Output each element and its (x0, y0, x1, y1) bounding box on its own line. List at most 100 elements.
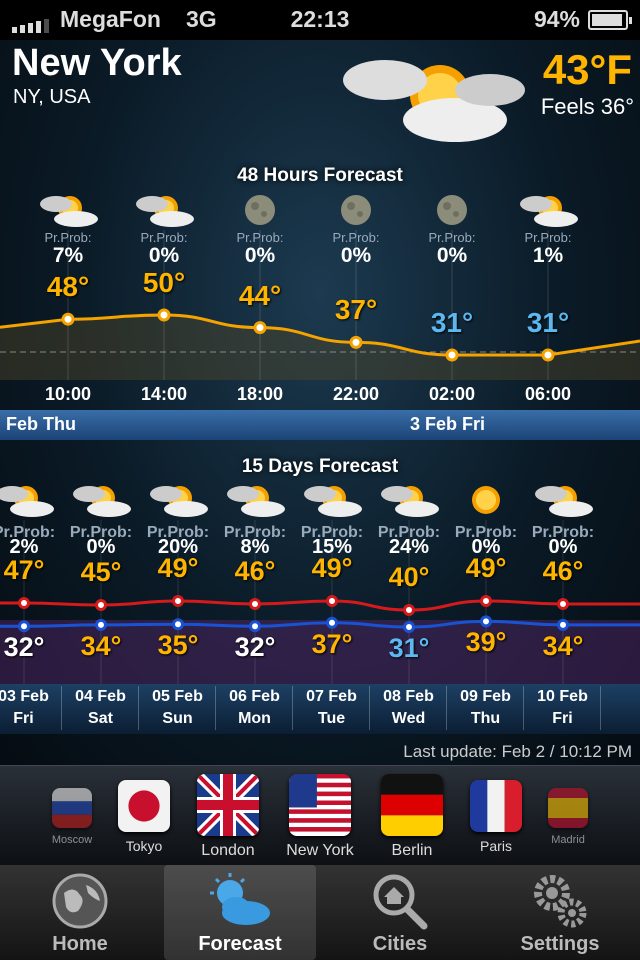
tab-settings[interactable]: Settings (480, 865, 640, 960)
cloud-sun-icon (69, 482, 133, 518)
day-name: Wed (391, 710, 426, 727)
day-date: 04 Feb (75, 688, 126, 705)
city-flag-tokyo[interactable]: Tokyo (99, 780, 189, 854)
hourly-time: 22:00 (332, 384, 380, 404)
cloud-sun-icon (36, 192, 100, 228)
daily-low-point (95, 618, 107, 631)
hourly-temp: 31° (526, 307, 570, 338)
house-search-icon (373, 874, 428, 930)
city-flag-new-york[interactable]: New York (275, 774, 365, 860)
daily-low-temp: 32° (234, 632, 276, 663)
hourly-forecast[interactable]: Pr.Prob: 7% 48° 10:00 Pr.Prob: 0% 50° 14:00 Pr.P… (0, 190, 640, 410)
day-label-right: 3 Feb Fri (404, 410, 640, 440)
cloud-sun-icon (223, 482, 287, 518)
day-date: 09 Feb (460, 688, 511, 705)
france-flag-icon (470, 780, 522, 832)
day-cell: 03 Feb Fri (0, 686, 62, 730)
hourly-temp-point (157, 308, 171, 322)
russia-flag-icon (52, 788, 92, 828)
daily-high-temp: 47° (3, 555, 45, 585)
tab-cities[interactable]: Cities (320, 865, 480, 960)
day-date: 05 Feb (152, 688, 203, 705)
sun-icon (454, 482, 518, 518)
moon-icon (420, 192, 484, 228)
daily-low-temp: 31° (388, 633, 430, 663)
hourly-prob-label: Pr.Prob: (524, 230, 572, 245)
daily-high-temp: 49° (311, 553, 353, 583)
daily-low-point (249, 620, 261, 633)
hourly-temp-point (253, 321, 267, 335)
hourly-prob-label: Pr.Prob: (236, 230, 284, 245)
weather-icon (210, 873, 270, 925)
day-cell: 06 Feb Mon (217, 686, 293, 730)
status-bar: MegaFon 3G 22:13 94% (0, 0, 640, 40)
tab-forecast-label: Forecast (198, 933, 282, 955)
city-name: New York (12, 42, 182, 84)
daily-low-point (403, 621, 415, 633)
battery-icon (588, 9, 632, 30)
last-update: Last update: Feb 2 / 10:12 PM (403, 742, 632, 761)
day-name: Sat (88, 710, 113, 727)
daily-high-point (18, 597, 30, 609)
hourly-temp: 44° (238, 279, 282, 311)
day-cell: 09 Feb Thu (448, 686, 524, 730)
city-flag-label: London (201, 842, 255, 859)
city-region: NY, USA (13, 86, 91, 108)
tab-forecast[interactable]: Forecast (164, 865, 316, 960)
day-date: 07 Feb (306, 688, 357, 705)
city-selector[interactable]: Moscow Tokyo London New York Berlin Paris Madr… (0, 765, 640, 865)
hourly-prob-value: 0% (436, 244, 468, 267)
hourly-temp: 31° (430, 307, 474, 338)
daily-high-point (172, 595, 184, 607)
current-temperature: 43°F (542, 46, 632, 93)
daily-low-temp: 37° (311, 628, 353, 659)
day-cell: 04 Feb Sat (63, 686, 139, 730)
daily-forecast[interactable]: Pr.Prob:2%47°32°Pr.Prob:0%45°34°Pr.Prob:… (0, 480, 640, 684)
daily-prob-value: 8% (240, 536, 270, 558)
hourly-time: 10:00 (44, 384, 92, 404)
daily-high-temp: 40° (388, 562, 430, 592)
hourly-prob-value: 1% (532, 244, 564, 267)
cloud-sun-icon (516, 192, 580, 228)
cloud-sun-icon (377, 482, 441, 518)
daily-low-point (18, 620, 30, 633)
day-cell: 08 Feb Wed (371, 686, 447, 730)
hourly-temp-point (445, 348, 459, 362)
daily-prob-value: 0% (548, 536, 578, 558)
daily-high-temp: 46° (234, 556, 276, 586)
daily-low-point (557, 618, 569, 631)
city-flag-madrid[interactable]: Madrid (523, 788, 613, 846)
battery: 94% (534, 6, 632, 33)
day-cell: 05 Feb Sun (140, 686, 216, 730)
day-cell: 10 Feb Fri (525, 686, 601, 730)
hourly-prob-label: Pr.Prob: (332, 230, 380, 245)
hourly-prob-label: Pr.Prob: (44, 230, 92, 245)
day-date: 06 Feb (229, 688, 280, 705)
day-row: 03 Feb Fri 04 Feb Sat 05 Feb Sun 06 Feb Mon 07 F… (0, 684, 640, 734)
daily-low-temp: 34° (80, 630, 122, 661)
daily-low-point (172, 618, 184, 631)
hourly-prob-value: 7% (52, 244, 84, 267)
day-date: 08 Feb (383, 688, 434, 705)
hourly-time: 14:00 (140, 384, 188, 404)
hourly-temp: 48° (46, 271, 90, 303)
city-flag-london[interactable]: London (183, 774, 273, 860)
daily-low-temp: 34° (542, 630, 584, 661)
tab-home[interactable]: Home (0, 865, 160, 960)
day-date: 10 Feb (537, 688, 588, 705)
hourly-time: 02:00 (428, 384, 476, 404)
daily-high-temp: 49° (465, 553, 507, 583)
daily-low-point (480, 615, 492, 628)
cloud-sun-icon (146, 482, 210, 518)
daily-low-temp: 32° (3, 632, 45, 663)
tab-bar: Home Forecast Cities Settings (0, 865, 640, 960)
germany-flag-icon (381, 774, 443, 836)
daily-low-temp: 35° (157, 630, 199, 661)
tab-settings-label: Settings (520, 933, 600, 955)
daily-high-point (95, 599, 107, 611)
city-flag-berlin[interactable]: Berlin (367, 774, 457, 860)
hourly-title: 48 Hours Forecast (237, 165, 403, 186)
hourly-temp: 50° (142, 267, 186, 298)
current-weather-icon (340, 40, 540, 150)
gears-icon (534, 875, 587, 928)
